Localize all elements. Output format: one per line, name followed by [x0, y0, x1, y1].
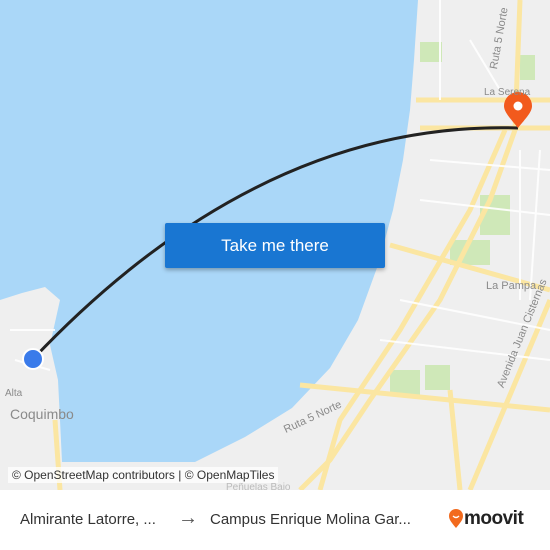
destination-stop: Campus Enrique Molina Gar...: [210, 511, 411, 528]
origin-stop: Almirante Latorre, ...: [20, 511, 156, 528]
origin-marker: [22, 348, 44, 370]
label-la-serena: La Serena: [484, 87, 531, 98]
moovit-wordmark: moovit: [464, 508, 524, 529]
label-coquimbo: Coquimbo: [10, 406, 74, 422]
arrow-right-icon: →: [178, 507, 198, 529]
map-attribution[interactable]: © OpenStreetMap contributors | © OpenMap…: [8, 467, 279, 483]
footer: Almirante Latorre, ... → Campus Enrique …: [0, 490, 550, 550]
label-penuelas: Peñuelas Bajo: [226, 482, 291, 490]
take-me-there-button[interactable]: Take me there: [165, 223, 385, 268]
label-alta: Alta: [5, 388, 23, 399]
map[interactable]: La Serena Ruta 5 Norte Ruta 5 Norte La P…: [0, 0, 550, 490]
moovit-logo[interactable]: moovit: [448, 508, 524, 530]
moovit-pin-icon: [449, 509, 463, 528]
label-la-pampa: La Pampa: [486, 280, 537, 292]
